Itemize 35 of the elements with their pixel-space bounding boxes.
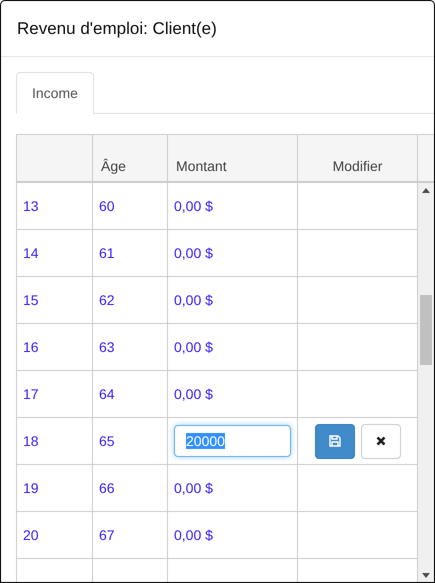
table-cell: 19 <box>23 480 39 496</box>
column-header: Modifier <box>298 135 418 181</box>
table-cell: 0,00 $ <box>174 198 213 214</box>
save-button[interactable] <box>315 424 355 458</box>
cancel-button[interactable] <box>361 424 401 458</box>
table-cell: 18 <box>23 433 39 449</box>
table-cell: 13 <box>23 198 39 214</box>
column-header: Âge <box>93 135 168 181</box>
table-cell: 63 <box>99 339 115 355</box>
table-cell: 62 <box>99 292 115 308</box>
table-cell: 67 <box>99 527 115 543</box>
table-cell: 0,00 $ <box>174 386 213 402</box>
dialog-title: Revenu d'emploi: Client(e) <box>17 18 217 38</box>
table-cell: 16 <box>23 339 39 355</box>
table-cell: 14 <box>23 245 39 261</box>
table-cell: 61 <box>99 245 115 261</box>
table-cell: 0,00 $ <box>174 527 213 543</box>
table-cell: 66 <box>99 480 115 496</box>
table-cell: 60 <box>99 198 115 214</box>
scrollbar[interactable] <box>418 183 434 582</box>
tab[interactable]: Income <box>16 72 94 114</box>
column-header: Montant <box>168 135 298 181</box>
scroll-down-icon[interactable] <box>422 573 430 578</box>
table-cell: 0,00 $ <box>174 245 213 261</box>
scrollbar-thumb[interactable] <box>420 295 432 365</box>
table-cell: 0,00 $ <box>174 339 213 355</box>
scroll-up-icon[interactable] <box>422 188 430 193</box>
table-cell: 65 <box>99 433 115 449</box>
close-icon <box>376 436 386 446</box>
table-cell: 15 <box>23 292 39 308</box>
table-cell: 64 <box>99 386 115 402</box>
table-cell: 17 <box>23 386 39 402</box>
table-cell: 0,00 $ <box>174 292 213 308</box>
table-cell: 0,00 $ <box>174 480 213 496</box>
table-cell: 20 <box>23 527 39 543</box>
